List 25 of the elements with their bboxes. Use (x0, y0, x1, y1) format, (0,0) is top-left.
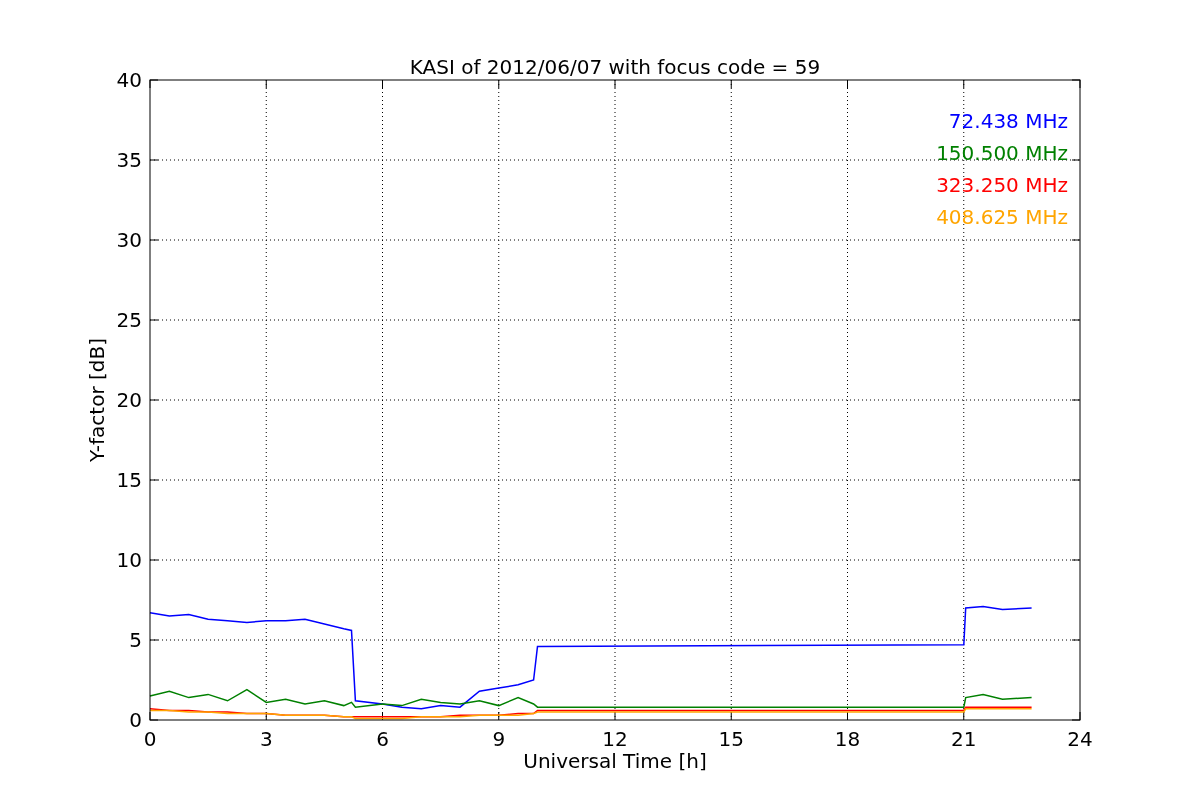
y-tick-label: 25 (116, 308, 142, 332)
y-tick-label: 15 (116, 468, 142, 492)
y-tick-label: 40 (116, 68, 142, 92)
y-tick-label: 5 (129, 628, 142, 652)
legend-label: 150.500 MHz (936, 141, 1068, 165)
x-tick-label: 0 (143, 727, 157, 751)
y-tick-label: 20 (116, 388, 142, 412)
legend-label: 408.625 MHz (936, 205, 1068, 229)
y-axis-label: Y-factor [dB] (85, 338, 109, 462)
y-tick-label: 35 (116, 148, 142, 172)
x-tick-label: 18 (834, 727, 861, 751)
chart-title: KASI of 2012/06/07 with focus code = 59 (409, 55, 821, 79)
y-tick-label: 0 (129, 708, 142, 732)
legend-label: 323.250 MHz (936, 173, 1068, 197)
y-tick-label: 10 (116, 548, 142, 572)
x-tick-label: 15 (718, 727, 744, 751)
x-tick-label: 6 (376, 727, 389, 751)
legend-label: 72.438 MHz (948, 109, 1068, 133)
x-tick-label: 24 (1067, 727, 1093, 751)
x-tick-label: 21 (951, 727, 977, 751)
y-tick-label: 30 (116, 228, 142, 252)
x-axis-label: Universal Time [h] (523, 749, 707, 773)
x-tick-label: 3 (259, 727, 273, 751)
x-tick-label: 9 (492, 727, 506, 751)
x-tick-label: 12 (602, 727, 628, 751)
